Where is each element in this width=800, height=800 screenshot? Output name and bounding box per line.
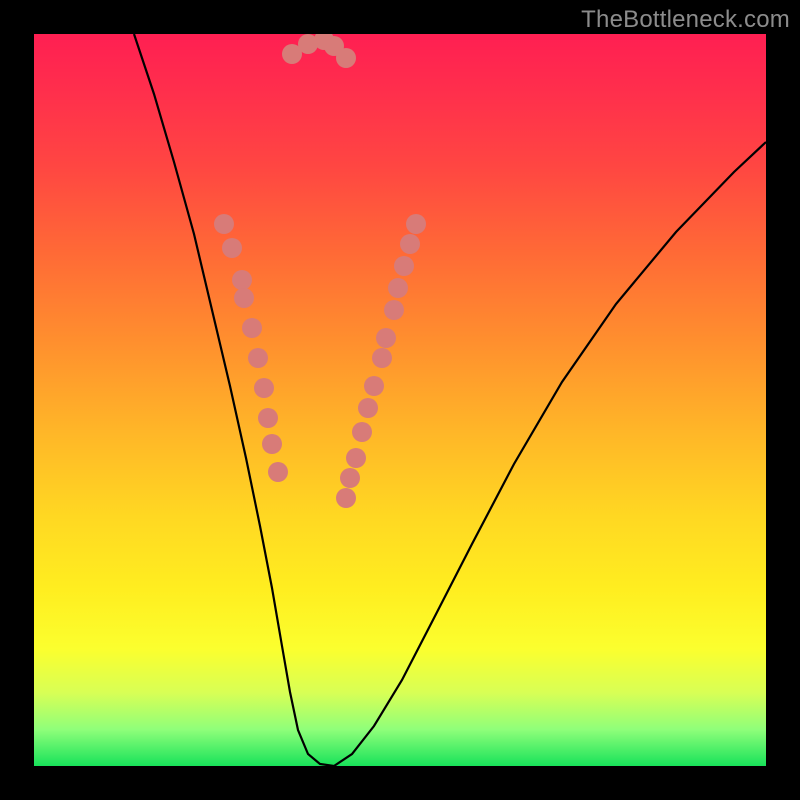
marker-dot — [384, 300, 404, 320]
marker-dot — [364, 376, 384, 396]
marker-dot — [388, 278, 408, 298]
marker-dot — [394, 256, 414, 276]
marker-dot — [214, 214, 234, 234]
marker-dot — [406, 214, 426, 234]
marker-dot — [222, 238, 242, 258]
marker-dot — [336, 48, 356, 68]
marker-dot — [340, 468, 360, 488]
curve-layer — [34, 34, 766, 766]
plot-area — [34, 34, 766, 766]
marker-dot — [352, 422, 372, 442]
marker-dot — [400, 234, 420, 254]
marker-dot — [376, 328, 396, 348]
marker-dot — [248, 348, 268, 368]
marker-dot — [372, 348, 392, 368]
marker-dot — [258, 408, 278, 428]
marker-dots — [214, 34, 426, 508]
marker-dot — [242, 318, 262, 338]
marker-dot — [268, 462, 288, 482]
marker-dot — [346, 448, 366, 468]
marker-dot — [336, 488, 356, 508]
marker-dot — [232, 270, 252, 290]
marker-dot — [358, 398, 378, 418]
bottleneck-curve — [134, 34, 766, 766]
marker-dot — [254, 378, 274, 398]
watermark-text: TheBottleneck.com — [581, 6, 790, 34]
chart-container: TheBottleneck.com — [0, 0, 800, 800]
marker-dot — [262, 434, 282, 454]
marker-dot — [234, 288, 254, 308]
